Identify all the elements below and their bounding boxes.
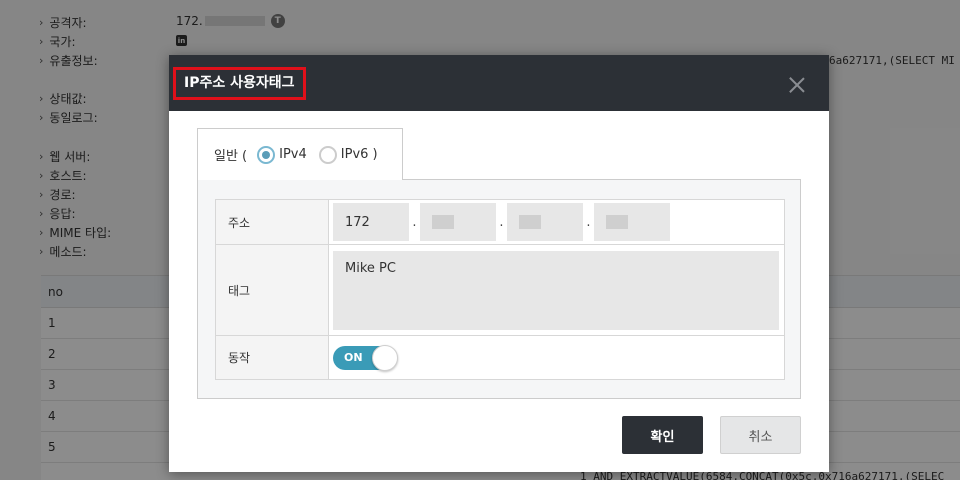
form-table: 주소 172 . . . 태그 Mike PC 동작 ON bbox=[215, 199, 785, 380]
action-toggle[interactable]: ON bbox=[333, 344, 398, 371]
toggle-knob bbox=[372, 344, 398, 371]
ip-octet-4-input[interactable] bbox=[594, 203, 670, 241]
tag-label: 태그 bbox=[216, 245, 329, 335]
form-row-address: 주소 172 . . . bbox=[216, 200, 784, 245]
ip-octet-2-input[interactable] bbox=[420, 203, 496, 241]
radio-ipv6-label: IPv6 ) bbox=[340, 147, 378, 162]
redacted-mask bbox=[606, 215, 628, 229]
ip-separator: . bbox=[499, 214, 504, 230]
ip-octet-1-input[interactable]: 172 bbox=[333, 203, 409, 241]
redacted-mask bbox=[432, 215, 454, 229]
radio-unchecked-icon bbox=[318, 145, 337, 164]
radio-ipv6[interactable]: IPv6 ) bbox=[318, 145, 378, 164]
tab-general-label: 일반 ( bbox=[214, 149, 248, 164]
confirm-button[interactable]: 확인 bbox=[622, 416, 703, 454]
ip-separator: . bbox=[412, 214, 417, 230]
tag-textarea[interactable]: Mike PC bbox=[333, 250, 779, 330]
ip-octet-3-input[interactable] bbox=[507, 203, 583, 241]
form-row-action: 동작 ON bbox=[216, 336, 784, 379]
ip-user-tag-modal: IP주소 사용자태그 일반 ( IPv4 IPv6 ) 주소 172 . . .… bbox=[169, 55, 829, 472]
ip-separator: . bbox=[586, 214, 591, 230]
redacted-mask bbox=[519, 215, 541, 229]
action-cell: ON bbox=[329, 336, 784, 379]
tab-panel: 주소 172 . . . 태그 Mike PC 동작 ON bbox=[197, 179, 801, 399]
tag-cell: Mike PC bbox=[329, 245, 784, 335]
modal-header: IP주소 사용자태그 bbox=[169, 55, 829, 111]
address-label: 주소 bbox=[216, 200, 329, 244]
cancel-button[interactable]: 취소 bbox=[720, 416, 801, 454]
radio-ipv4[interactable]: IPv4 bbox=[257, 145, 307, 164]
modal-title: IP주소 사용자태그 bbox=[173, 67, 306, 100]
toggle-state-text: ON bbox=[344, 350, 363, 364]
close-icon[interactable] bbox=[789, 77, 805, 93]
radio-checked-icon bbox=[257, 145, 276, 164]
tab-general[interactable]: 일반 ( IPv4 IPv6 ) bbox=[197, 128, 403, 180]
action-label: 동작 bbox=[216, 336, 329, 379]
form-row-tag: 태그 Mike PC bbox=[216, 245, 784, 336]
ip-address-inputs: 172 . . . bbox=[329, 200, 784, 244]
radio-ipv4-label: IPv4 bbox=[279, 147, 307, 162]
